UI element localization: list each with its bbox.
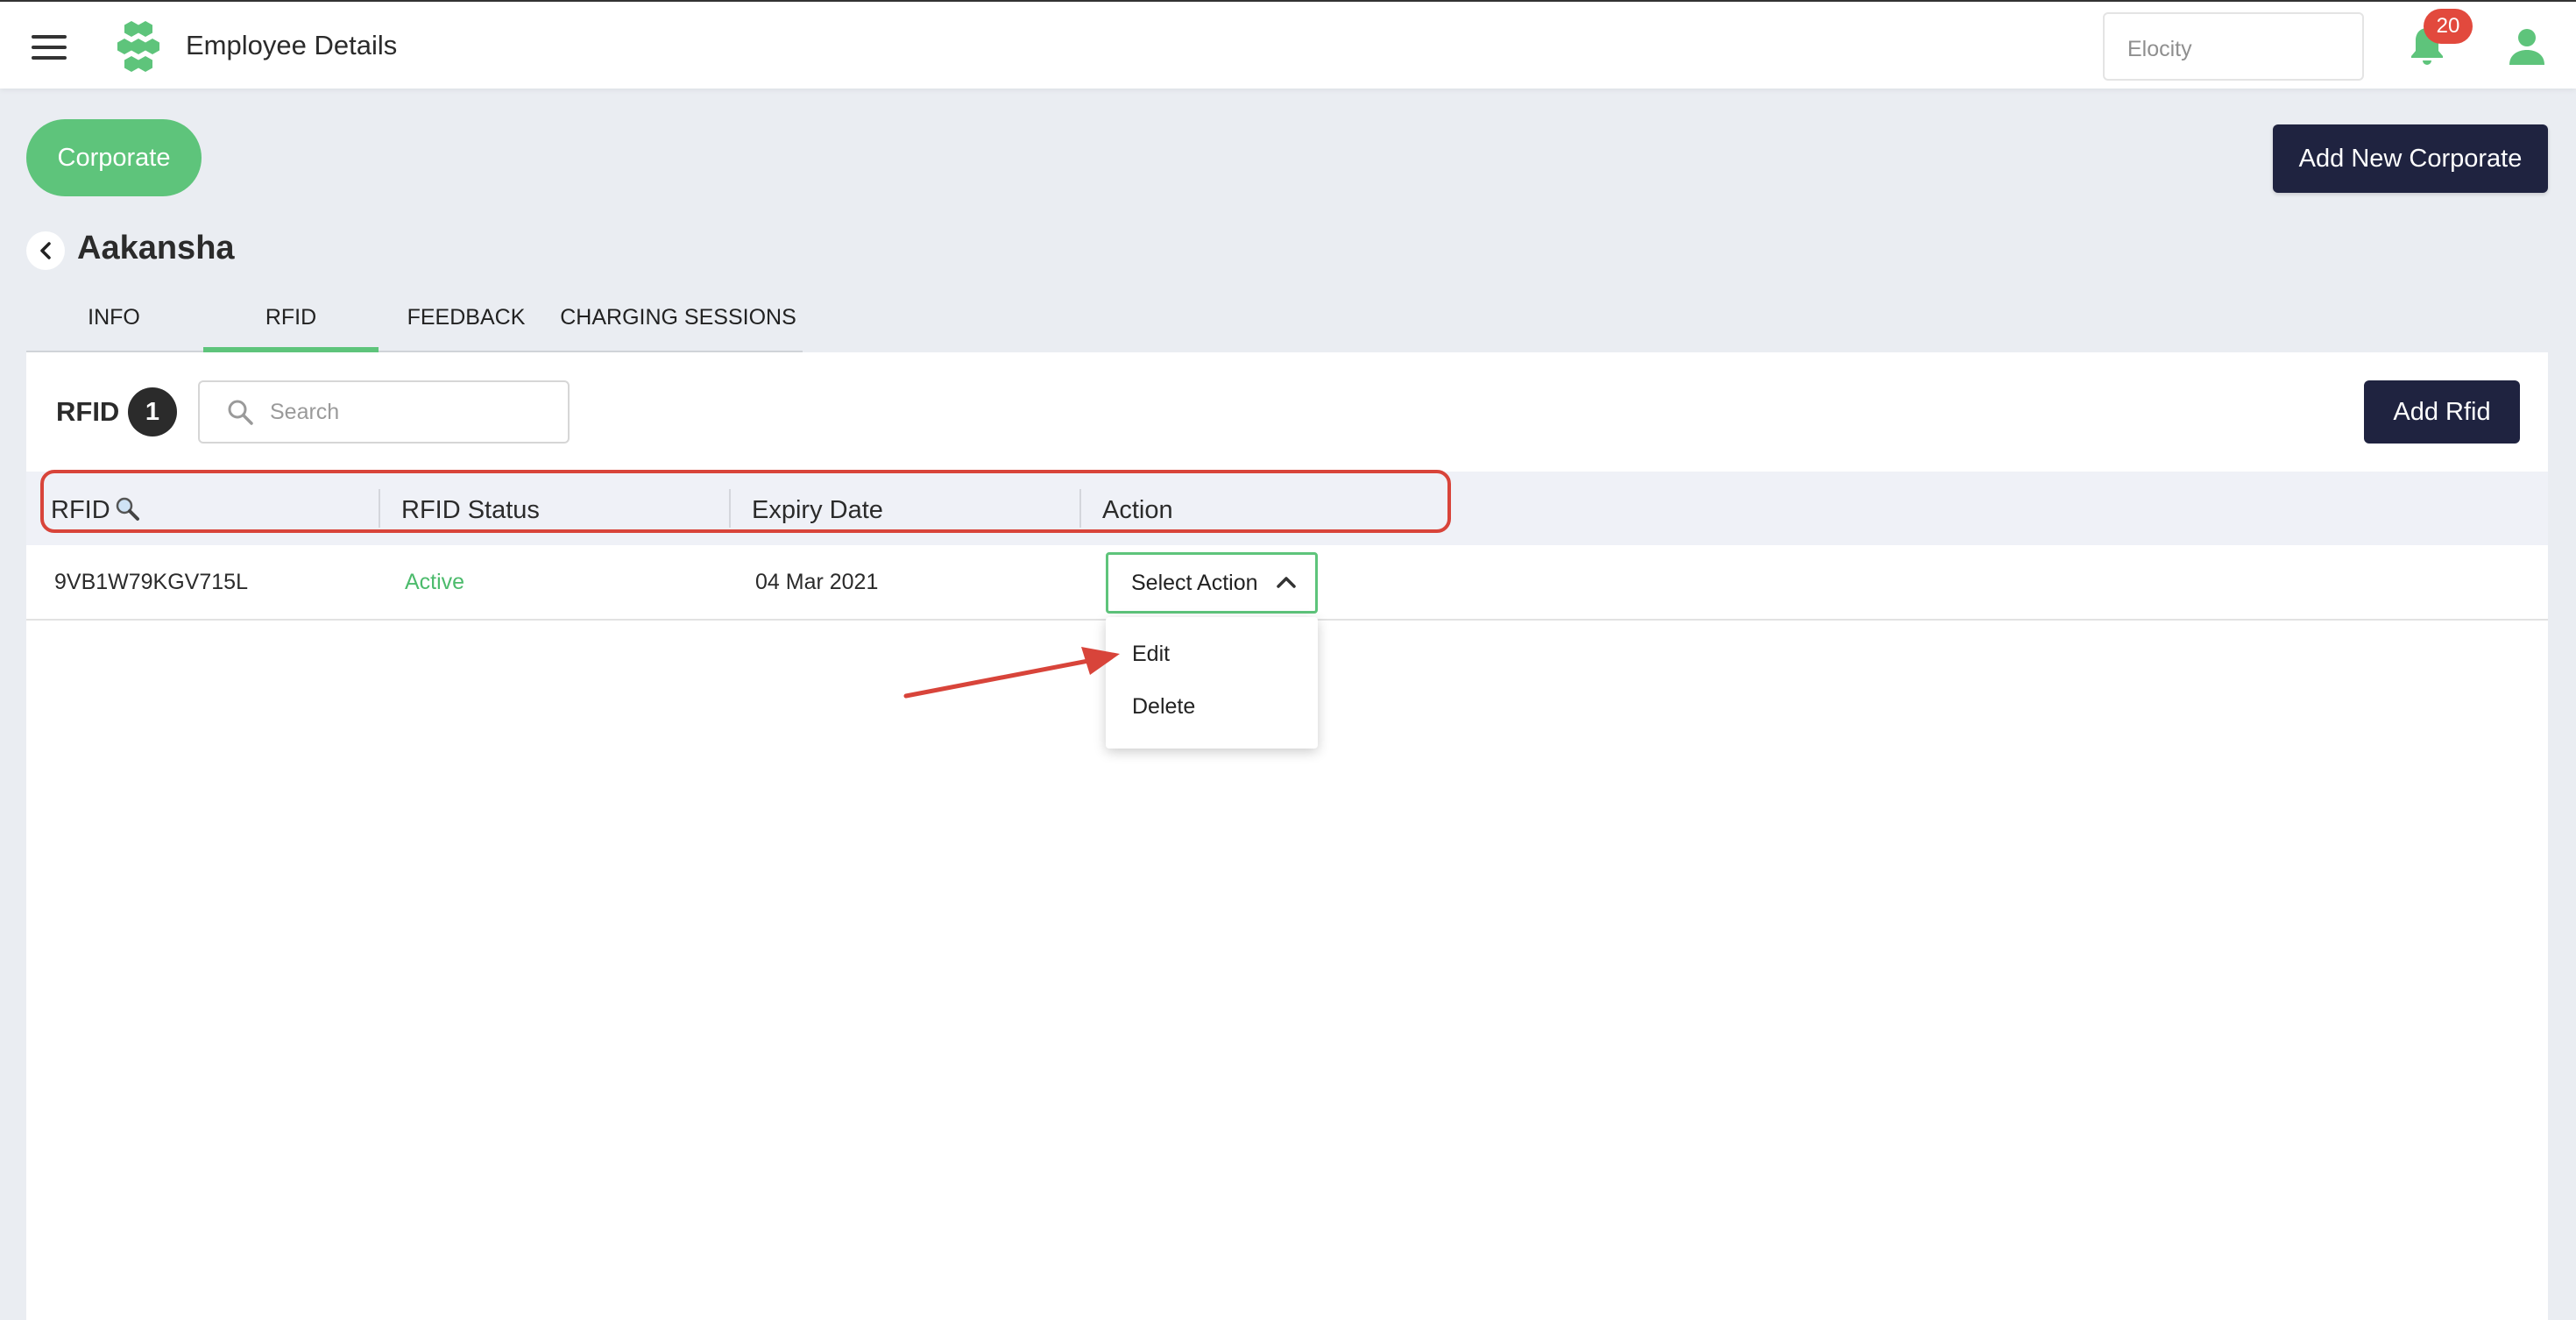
logo-icon [117, 21, 159, 72]
top-app-bar: Employee Details Elocity 20 [0, 0, 2576, 89]
select-action-dropdown[interactable]: Select Action [1106, 552, 1318, 614]
employee-name: Aakansha [77, 230, 235, 266]
status-badge: Active [405, 570, 465, 594]
column-header-expiry-date: Expiry Date [752, 496, 883, 524]
notification-count-badge: 20 [2424, 9, 2473, 44]
column-header-action: Action [1102, 496, 1173, 524]
add-rfid-button[interactable]: Add Rfid [2364, 380, 2520, 444]
tab-feedback[interactable]: FEEDBACK [379, 295, 554, 352]
corporate-button[interactable]: Corporate [26, 119, 202, 196]
tab-charging-sessions[interactable]: CHARGING SESSIONS [554, 295, 803, 352]
column-header-rfid-status: RFID Status [401, 496, 540, 524]
rfid-value: 9VB1W79KGV715L [54, 570, 248, 594]
user-icon[interactable] [2508, 26, 2546, 67]
table-row: 9VB1W79KGV715L Active 04 Mar 2021 Select… [26, 545, 2548, 621]
menu-item-delete[interactable]: Delete [1132, 694, 1195, 720]
column-header-rfid[interactable]: RFID [51, 472, 140, 545]
search-input[interactable] [270, 396, 550, 428]
column-divider [379, 489, 380, 528]
search-icon [228, 400, 253, 425]
page-title: Employee Details [186, 30, 398, 60]
rfid-panel: RFID 1 Add Rfid RFID RFID Status Expiry … [26, 352, 2548, 1320]
site-selector[interactable]: Elocity [2103, 12, 2364, 81]
column-header-rfid-label: RFID [51, 496, 110, 524]
search-field[interactable] [198, 380, 570, 444]
back-arrow-icon [40, 242, 51, 259]
action-menu: Edit Delete [1106, 617, 1318, 749]
tab-rfid[interactable]: RFID [203, 295, 379, 352]
back-button[interactable] [26, 231, 65, 270]
column-divider [729, 489, 731, 528]
rfid-count-badge: 1 [128, 387, 177, 436]
rfid-section-title: RFID [56, 396, 120, 427]
menu-icon[interactable] [32, 35, 67, 60]
tab-info[interactable]: INFO [26, 295, 202, 352]
chevron-up-icon [1277, 577, 1296, 588]
add-new-corporate-button[interactable]: Add New Corporate [2273, 124, 2548, 193]
column-search-icon[interactable] [114, 495, 140, 522]
expiry-date-value: 04 Mar 2021 [755, 570, 879, 594]
table-header: RFID RFID Status Expiry Date Action [26, 472, 2548, 545]
tab-bar: INFO RFID FEEDBACK CHARGING SESSIONS [26, 295, 803, 352]
select-action-label: Select Action [1131, 571, 1258, 595]
menu-item-edit[interactable]: Edit [1132, 642, 1170, 667]
column-divider [1079, 489, 1081, 528]
